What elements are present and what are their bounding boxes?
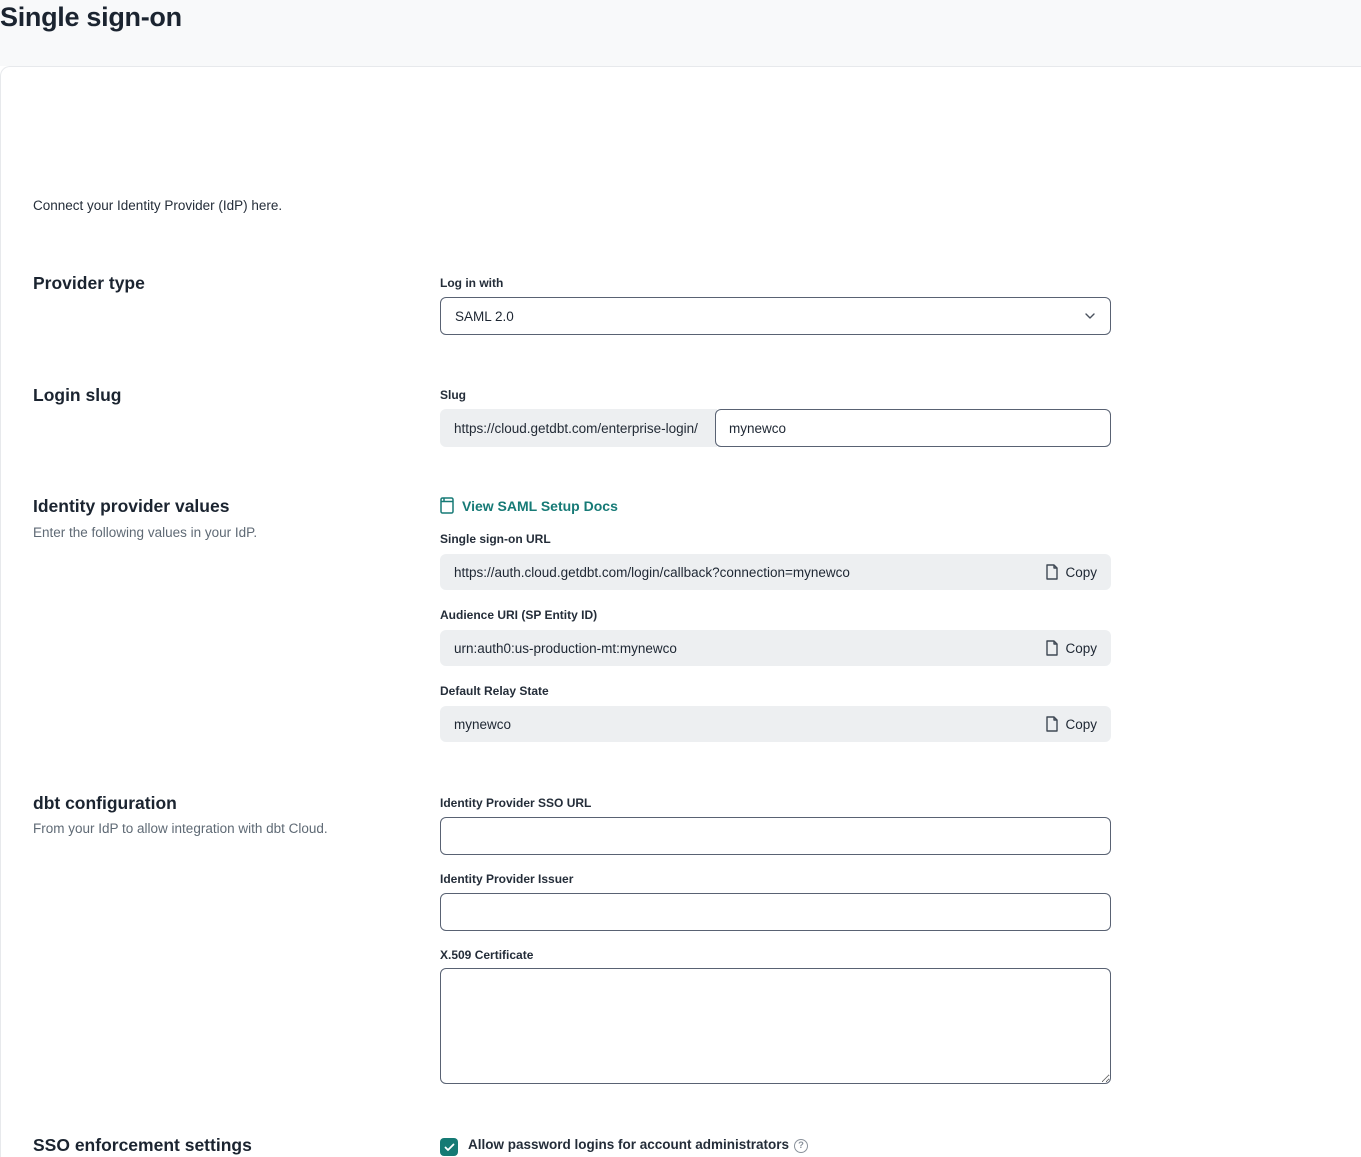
copy-button-label: Copy bbox=[1065, 641, 1097, 656]
default-relay-state-value: mynewco bbox=[454, 717, 511, 732]
sso-enforcement-heading: SSO enforcement settings bbox=[33, 1135, 252, 1156]
chevron-down-icon bbox=[1084, 312, 1096, 320]
single-sign-on-page: Single sign-on Connect your Identity Pro… bbox=[0, 0, 1361, 1157]
copy-button-label: Copy bbox=[1065, 565, 1097, 580]
default-relay-state-label: Default Relay State bbox=[440, 684, 549, 698]
slug-field-group: https://cloud.getdbt.com/enterprise-logi… bbox=[440, 409, 1111, 447]
login-with-selected-value: SAML 2.0 bbox=[455, 309, 514, 324]
idp-values-heading: Identity provider values bbox=[33, 496, 229, 517]
journal-icon bbox=[440, 497, 454, 514]
login-with-select[interactable]: SAML 2.0 bbox=[440, 297, 1111, 335]
audience-uri-value: urn:auth0:us-production-mt:mynewco bbox=[454, 641, 677, 656]
single-sign-on-url-field: https://auth.cloud.getdbt.com/login/call… bbox=[440, 554, 1111, 590]
slug-url-prefix: https://cloud.getdbt.com/enterprise-logi… bbox=[440, 409, 717, 447]
single-sign-on-url-value: https://auth.cloud.getdbt.com/login/call… bbox=[454, 565, 850, 580]
page-header: Single sign-on bbox=[0, 0, 1361, 66]
allow-password-logins-row: Allow password logins for account admini… bbox=[440, 1137, 808, 1156]
dbt-configuration-heading: dbt configuration bbox=[33, 793, 177, 814]
copy-icon bbox=[1045, 716, 1058, 732]
allow-password-logins-checkbox[interactable] bbox=[440, 1138, 458, 1156]
copy-relay-state-button[interactable]: Copy bbox=[1045, 716, 1097, 732]
copy-button-label: Copy bbox=[1065, 717, 1097, 732]
settings-card: Connect your Identity Provider (IdP) her… bbox=[0, 66, 1361, 1157]
login-slug-heading: Login slug bbox=[33, 385, 121, 406]
dbt-configuration-subheading: From your IdP to allow integration with … bbox=[33, 821, 328, 836]
checkmark-icon bbox=[444, 1143, 455, 1152]
docs-link-label: View SAML Setup Docs bbox=[462, 498, 618, 514]
help-icon[interactable]: ? bbox=[794, 1139, 808, 1153]
idp-issuer-input[interactable] bbox=[440, 893, 1111, 931]
audience-uri-field: urn:auth0:us-production-mt:mynewco Copy bbox=[440, 630, 1111, 666]
provider-type-heading: Provider type bbox=[33, 273, 145, 294]
x509-certificate-label: X.509 Certificate bbox=[440, 948, 533, 962]
audience-uri-label: Audience URI (SP Entity ID) bbox=[440, 608, 597, 622]
default-relay-state-field: mynewco Copy bbox=[440, 706, 1111, 742]
copy-audience-uri-button[interactable]: Copy bbox=[1045, 640, 1097, 656]
login-with-label: Log in with bbox=[440, 276, 503, 290]
idp-values-subheading: Enter the following values in your IdP. bbox=[33, 525, 257, 540]
idp-sso-url-input[interactable] bbox=[440, 817, 1111, 855]
intro-text: Connect your Identity Provider (IdP) her… bbox=[33, 198, 282, 213]
single-sign-on-url-label: Single sign-on URL bbox=[440, 532, 551, 546]
view-saml-setup-docs-link[interactable]: View SAML Setup Docs bbox=[440, 497, 618, 514]
idp-issuer-label: Identity Provider Issuer bbox=[440, 872, 573, 886]
x509-certificate-textarea[interactable] bbox=[440, 968, 1111, 1084]
page-title: Single sign-on bbox=[0, 2, 182, 33]
slug-label: Slug bbox=[440, 388, 466, 402]
copy-sso-url-button[interactable]: Copy bbox=[1045, 564, 1097, 580]
slug-input[interactable] bbox=[715, 409, 1111, 447]
copy-icon bbox=[1045, 564, 1058, 580]
allow-password-logins-label-text: Allow password logins for account admini… bbox=[468, 1137, 789, 1152]
copy-icon bbox=[1045, 640, 1058, 656]
allow-password-logins-label: Allow password logins for account admini… bbox=[468, 1137, 808, 1153]
idp-sso-url-label: Identity Provider SSO URL bbox=[440, 796, 591, 810]
